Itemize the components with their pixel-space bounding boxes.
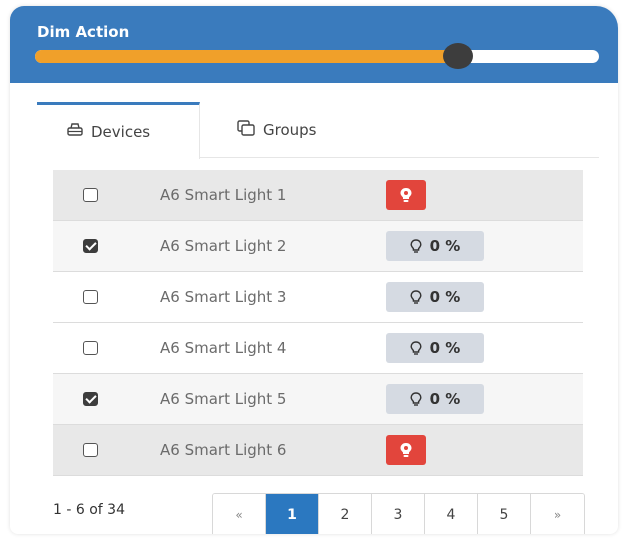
pagination-page-button[interactable]: 4 bbox=[425, 494, 478, 534]
device-checkbox[interactable] bbox=[83, 239, 98, 253]
pagination-page-button[interactable]: 2 bbox=[319, 494, 372, 534]
device-name: A6 Smart Light 4 bbox=[160, 339, 287, 357]
device-level-value: 0 % bbox=[429, 288, 461, 306]
device-checkbox[interactable] bbox=[83, 341, 98, 355]
device-name: A6 Smart Light 5 bbox=[160, 390, 287, 408]
dim-slider[interactable] bbox=[35, 43, 599, 69]
pagination-page-button[interactable]: 1 bbox=[266, 494, 319, 534]
lightbulb-icon bbox=[410, 340, 422, 355]
tab-groups[interactable]: Groups bbox=[237, 102, 316, 158]
device-checkbox[interactable] bbox=[83, 392, 98, 406]
pagination-page-button[interactable]: 3 bbox=[372, 494, 425, 534]
lightbulb-icon bbox=[410, 238, 422, 253]
device-alert-badge[interactable] bbox=[386, 435, 426, 465]
pagination-prev-button[interactable]: « bbox=[213, 494, 266, 534]
device-level-value: 0 % bbox=[429, 390, 461, 408]
pagination-next-button[interactable]: » bbox=[531, 494, 584, 534]
printer-icon bbox=[67, 123, 83, 141]
device-level-value: 0 % bbox=[429, 237, 461, 255]
device-level-badge[interactable]: 0 % bbox=[386, 231, 484, 261]
dim-slider-thumb[interactable] bbox=[443, 43, 473, 69]
device-name: A6 Smart Light 3 bbox=[160, 288, 287, 306]
device-level-badge[interactable]: 0 % bbox=[386, 384, 484, 414]
device-name: A6 Smart Light 6 bbox=[160, 441, 287, 459]
device-level-badge[interactable]: 0 % bbox=[386, 333, 484, 363]
lightbulb-icon bbox=[410, 391, 422, 406]
device-group-tabs: Devices Groups bbox=[37, 102, 599, 159]
device-checkbox[interactable] bbox=[83, 290, 98, 304]
device-level-badge[interactable]: 0 % bbox=[386, 282, 484, 312]
device-row[interactable]: A6 Smart Light 4 0 % bbox=[53, 323, 583, 374]
lightbulb-icon bbox=[400, 188, 412, 202]
device-row[interactable]: A6 Smart Light 6 bbox=[53, 425, 583, 476]
device-row[interactable]: A6 Smart Light 5 0 % bbox=[53, 374, 583, 425]
tab-devices[interactable]: Devices bbox=[37, 102, 200, 159]
dim-action-title: Dim Action bbox=[37, 23, 130, 41]
lightbulb-icon bbox=[400, 443, 412, 457]
device-checkbox[interactable] bbox=[83, 443, 98, 457]
tab-devices-label: Devices bbox=[91, 123, 151, 141]
device-row[interactable]: A6 Smart Light 1 bbox=[53, 170, 583, 221]
device-table: A6 Smart Light 1 A6 Smart Light 20 % A6 Sm… bbox=[53, 170, 583, 476]
device-checkbox[interactable] bbox=[83, 188, 98, 202]
device-name: A6 Smart Light 1 bbox=[160, 186, 287, 204]
device-level-value: 0 % bbox=[429, 339, 461, 357]
pagination: «1 2 3 4 5» bbox=[212, 493, 585, 534]
lightbulb-icon bbox=[410, 289, 422, 304]
tab-groups-label: Groups bbox=[263, 121, 317, 139]
device-row[interactable]: A6 Smart Light 3 0 % bbox=[53, 272, 583, 323]
device-row[interactable]: A6 Smart Light 2 0 % bbox=[53, 221, 583, 272]
dim-slider-fill bbox=[35, 50, 458, 63]
device-name: A6 Smart Light 2 bbox=[160, 237, 287, 255]
dim-action-card: Dim Action Devices Groups A6 Smart Light… bbox=[10, 6, 618, 534]
dim-action-header: Dim Action bbox=[10, 6, 618, 83]
pagination-page-button[interactable]: 5 bbox=[478, 494, 531, 534]
device-alert-badge[interactable] bbox=[386, 180, 426, 210]
copy-icon bbox=[237, 120, 255, 140]
pagination-range: 1 - 6 of 34 bbox=[53, 502, 125, 518]
